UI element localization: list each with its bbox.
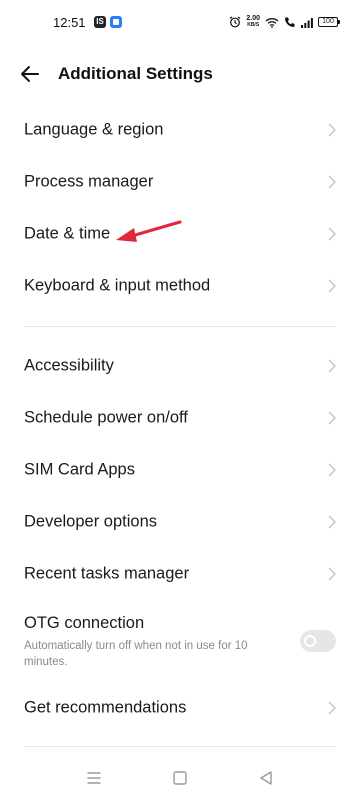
settings-item-developer-options[interactable]: Developer options — [0, 496, 360, 548]
network-speed: 2.00 KB/S — [246, 15, 260, 29]
settings-item-label: SIM Card Apps — [24, 460, 135, 479]
settings-item-language-region[interactable]: Language & region — [0, 104, 360, 156]
page-title: Additional Settings — [58, 64, 213, 83]
settings-item-label: Date & time — [24, 224, 111, 243]
battery-icon: 100 — [318, 17, 340, 27]
settings-item-label: Recent tasks manager — [24, 564, 190, 583]
settings-item-label: Process manager — [24, 172, 154, 191]
chevron-right-icon — [328, 411, 336, 425]
chevron-right-icon — [328, 701, 336, 715]
otg-toggle[interactable] — [300, 630, 336, 652]
settings-item-label: Schedule power on/off — [24, 408, 188, 427]
settings-item-otg-connection: OTG connection Automatically turn off wh… — [0, 604, 360, 676]
wifi-icon — [265, 17, 279, 28]
bottom-divider — [24, 746, 336, 747]
annotation-arrow-icon — [116, 220, 182, 242]
signal-icon — [301, 17, 313, 28]
network-speed-value: 2.00 — [246, 15, 260, 22]
app-header: Additional Settings — [0, 52, 360, 96]
status-time: 12:51 — [53, 15, 86, 30]
status-icons: 2.00 KB/S 100 — [229, 13, 340, 31]
settings-item-accessibility[interactable]: Accessibility — [0, 340, 360, 392]
back-triangle-icon[interactable] — [256, 768, 276, 788]
section-divider — [24, 326, 336, 327]
chevron-right-icon — [328, 279, 336, 293]
alarm-icon — [230, 16, 241, 28]
chevron-right-icon — [328, 123, 336, 137]
chevron-right-icon — [328, 175, 336, 189]
settings-item-label: Get recommendations — [24, 698, 187, 717]
settings-item-label: Language & region — [24, 120, 164, 139]
settings-item-recent-tasks[interactable]: Recent tasks manager — [0, 548, 360, 600]
network-speed-unit: KB/S — [247, 22, 260, 28]
chevron-right-icon — [328, 515, 336, 529]
notification-app-icon: IS — [94, 16, 106, 28]
chevron-right-icon — [328, 227, 336, 241]
settings-item-process-manager[interactable]: Process manager — [0, 156, 360, 208]
status-bar: 12:51 IS 2.00 KB/S 100 — [0, 0, 360, 44]
settings-item-label: Keyboard & input method — [24, 276, 211, 295]
otg-subtitle: Automatically turn off when not in use f… — [24, 640, 248, 668]
back-arrow-icon[interactable] — [18, 62, 42, 86]
chevron-right-icon — [328, 463, 336, 477]
settings-item-sim-card-apps[interactable]: SIM Card Apps — [0, 444, 360, 496]
settings-item-label: Developer options — [24, 512, 157, 531]
settings-item-keyboard-input[interactable]: Keyboard & input method — [0, 260, 360, 312]
call-icon — [285, 17, 295, 27]
toggle-knob — [304, 635, 316, 647]
settings-item-schedule-power[interactable]: Schedule power on/off — [0, 392, 360, 444]
menu-icon[interactable] — [84, 768, 104, 788]
settings-item-label: Accessibility — [24, 356, 114, 375]
chevron-right-icon — [328, 359, 336, 373]
notification-app-icon-2 — [110, 16, 122, 28]
chevron-right-icon — [328, 567, 336, 581]
system-nav-bar — [0, 756, 360, 800]
home-square-icon[interactable] — [170, 768, 190, 788]
otg-title: OTG connection — [24, 614, 145, 632]
settings-item-get-recommendations[interactable]: Get recommendations — [0, 682, 360, 734]
